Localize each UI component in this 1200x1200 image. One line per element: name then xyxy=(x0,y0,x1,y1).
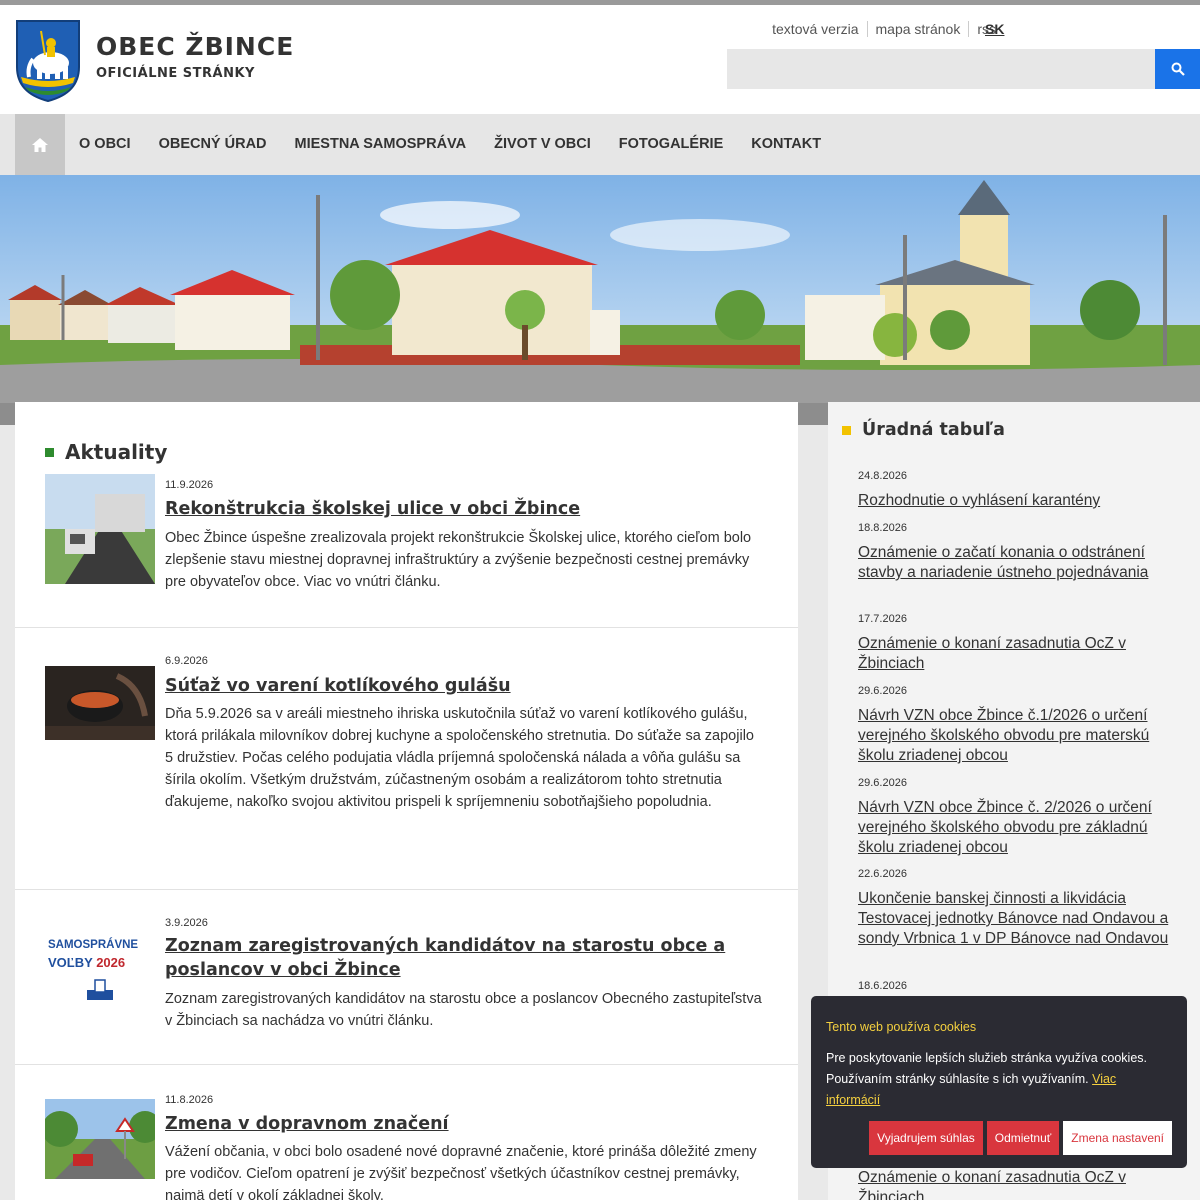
home-icon xyxy=(32,137,48,152)
article-date: 6.9.2026 xyxy=(165,655,208,667)
news-article: 6.9.2026 Súťaž vo varení kotlíkového gul… xyxy=(15,627,798,889)
article-title-link[interactable]: Zoznam zaregistrovaných kandidátov na st… xyxy=(165,934,755,982)
notice-item: 24.8.2026 Rozhodnutie o vyhlásení karant… xyxy=(858,469,1180,511)
coat-of-arms-logo[interactable] xyxy=(15,19,81,103)
cookie-text: Pre poskytovanie lepších služieb stránka… xyxy=(826,1048,1172,1111)
notice-item: 29.6.2026 Návrh VZN obce Žbince č.1/2026… xyxy=(858,684,1180,766)
notice-link[interactable]: Návrh VZN obce Žbince č. 2/2026 o určení… xyxy=(858,798,1180,858)
notice-date: 29.6.2026 xyxy=(858,685,907,697)
nav-item-o-obci[interactable]: O OBCI xyxy=(65,114,145,175)
site-title[interactable]: OBEC ŽBINCE xyxy=(96,32,294,61)
text-version-link[interactable]: textová verzia xyxy=(764,21,868,37)
article-thumbnail-traffic[interactable] xyxy=(45,1099,155,1179)
notice-item: 18.8.2026 Oznámenie o začatí konania o o… xyxy=(858,521,1180,583)
cookie-buttons: Vyjadrujem súhlas Odmietnuť Zmena nastav… xyxy=(869,1121,1172,1155)
notice-item: 29.6.2026 Návrh VZN obce Žbince č. 2/202… xyxy=(858,776,1180,858)
article-excerpt: Zoznam zaregistrovaných kandidátov na st… xyxy=(165,991,762,1029)
search-input[interactable] xyxy=(727,49,1155,89)
article-excerpt: Obec Žbince úspešne zrealizovala projekt… xyxy=(165,530,752,590)
official-board-heading-text: Úradná tabuľa xyxy=(862,420,1005,440)
search-button[interactable] xyxy=(1155,49,1200,89)
cookie-consent-dialog: Tento web používa cookies Pre poskytovan… xyxy=(811,996,1187,1168)
heading-marker xyxy=(842,425,851,435)
nav-item-miestna-samosprava[interactable]: MIESTNA SAMOSPRÁVA xyxy=(281,114,481,175)
article-thumbnail-road[interactable] xyxy=(45,474,155,584)
notice-link[interactable]: Oznámenie o konaní zasadnutia OcZ v Žbin… xyxy=(858,1168,1180,1200)
notice-date: 22.6.2026 xyxy=(858,868,907,880)
nav-home[interactable] xyxy=(15,114,65,175)
article-date: 11.9.2026 xyxy=(165,479,214,491)
article-thumbnail-elections[interactable]: SAMOSPRÁVNE VOĽBY 2026 xyxy=(45,928,155,1006)
news-article: SAMOSPRÁVNE VOĽBY 2026 3.9.2026 Zoznam z… xyxy=(15,889,798,1064)
language-switch[interactable]: SK xyxy=(985,21,1004,37)
official-board-heading: Úradná tabuľa xyxy=(842,420,1005,440)
nav-item-fotogalerie[interactable]: FOTOGALÉRIE xyxy=(605,114,737,175)
ballot-box-icon xyxy=(87,979,113,1000)
notice-link[interactable]: Oznámenie o začatí konania o odstránení … xyxy=(858,543,1180,583)
article-title-link[interactable]: Súťaž vo varení kotlíkového gulášu xyxy=(165,674,755,698)
thumb-elections-line2: VOĽBY 2026 xyxy=(48,955,126,970)
article-date: 3.9.2026 xyxy=(165,917,208,929)
notice-link[interactable]: Ukončenie banskej činnosti a likvidácia … xyxy=(858,889,1180,949)
search-box xyxy=(727,49,1200,89)
notice-link[interactable]: Návrh VZN obce Žbince č.1/2026 o určení … xyxy=(858,706,1180,766)
notice-date: 18.8.2026 xyxy=(858,522,907,534)
cookie-reject-button[interactable]: Odmietnuť xyxy=(986,1121,1060,1155)
notice-item: 17.7.2026 Oznámenie o konaní zasadnutia … xyxy=(858,612,1180,674)
article-date: 11.8.2026 xyxy=(165,1094,214,1106)
news-article: 11.9.2026 Rekonštrukcia školskej ulice v… xyxy=(15,401,798,627)
notice-item: Oznámenie o konaní zasadnutia OcZ v Žbin… xyxy=(858,1168,1180,1200)
notice-date: 17.7.2026 xyxy=(858,613,907,625)
utility-links: textová verzia mapa stránok rss xyxy=(764,21,1004,37)
article-title-link[interactable]: Zmena v dopravnom značení xyxy=(165,1112,755,1136)
cookie-settings-button[interactable]: Zmena nastavení xyxy=(1063,1121,1172,1155)
notice-date: 18.6.2026 xyxy=(858,980,907,992)
article-title-link[interactable]: Rekonštrukcia školskej ulice v obci Žbin… xyxy=(165,497,755,521)
article-excerpt: Dňa 5.9.2026 sa v areáli miestneho ihris… xyxy=(165,706,754,810)
notice-link[interactable]: Rozhodnutie o vyhlásení karantény xyxy=(858,491,1180,511)
notice-date: 29.6.2026 xyxy=(858,777,907,789)
sitemap-link[interactable]: mapa stránok xyxy=(868,21,970,37)
nav-item-kontakt[interactable]: KONTAKT xyxy=(737,114,835,175)
nav-item-zivot-v-obci[interactable]: ŽIVOT V OBCI xyxy=(480,114,605,175)
notice-item: 22.6.2026 Ukončenie banskej činnosti a l… xyxy=(858,867,1180,949)
village-panorama-banner xyxy=(0,175,1200,425)
site-header: OBEC ŽBINCE OFICIÁLNE STRÁNKY textová ve… xyxy=(0,5,1200,114)
thumb-elections-line1: SAMOSPRÁVNE xyxy=(48,939,139,951)
notice-date: 24.8.2026 xyxy=(858,470,907,482)
site-subtitle: OFICIÁLNE STRÁNKY xyxy=(96,66,255,81)
main-navigation: O OBCI OBECNÝ ÚRAD MIESTNA SAMOSPRÁVA ŽI… xyxy=(0,114,1200,175)
nav-item-obecny-urad[interactable]: OBECNÝ ÚRAD xyxy=(145,114,281,175)
notice-link[interactable]: Oznámenie o konaní zasadnutia OcZ v Žbin… xyxy=(858,634,1180,674)
cookie-title: Tento web používa cookies xyxy=(826,1020,977,1034)
cookie-accept-button[interactable]: Vyjadrujem súhlas xyxy=(869,1121,983,1155)
article-thumbnail-goulash[interactable] xyxy=(45,666,155,740)
article-excerpt: Vážení občania, v obci bolo osadené nové… xyxy=(165,1144,757,1200)
search-icon xyxy=(1171,62,1185,76)
news-section: Aktuality 11.9.2026 Rekonštrukcia školsk… xyxy=(15,402,798,1200)
news-article: 11.8.2026 Zmena v dopravnom značení Váže… xyxy=(15,1064,798,1200)
